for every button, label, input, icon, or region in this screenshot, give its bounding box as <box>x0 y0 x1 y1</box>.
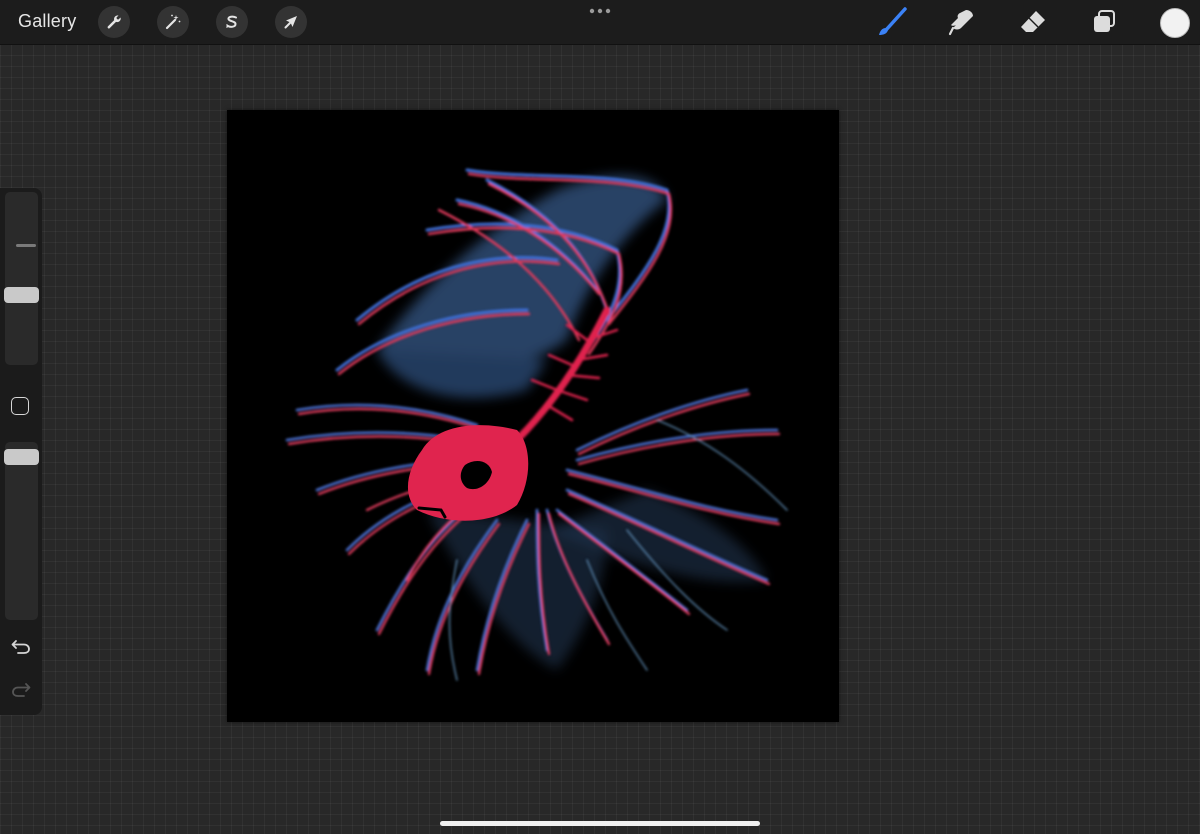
drawing-canvas[interactable] <box>227 110 839 722</box>
home-indicator <box>440 821 760 826</box>
wrench-icon <box>107 15 121 29</box>
undo-button[interactable] <box>10 638 32 656</box>
smudge-finger-icon <box>948 10 973 36</box>
transform-button[interactable] <box>275 6 307 38</box>
brush-tool-button[interactable] <box>876 6 908 38</box>
redo-icon <box>12 683 31 697</box>
magic-wand-icon <box>165 14 181 30</box>
eraser-tool-button[interactable] <box>1017 6 1049 38</box>
left-sidebar <box>0 188 42 715</box>
brush-size-slider[interactable] <box>5 192 38 365</box>
betta-fish-artwork <box>285 168 788 681</box>
brush-size-thumb[interactable] <box>4 287 39 303</box>
brush-opacity-thumb[interactable] <box>4 449 39 465</box>
eraser-icon <box>1021 11 1045 32</box>
selection-button[interactable] <box>216 6 248 38</box>
color-picker-button[interactable] <box>1160 8 1190 38</box>
size-tick-icon <box>16 244 36 247</box>
smudge-tool-button[interactable] <box>946 6 978 38</box>
adjustments-button[interactable] <box>157 6 189 38</box>
selection-s-icon <box>226 15 237 28</box>
more-options-button[interactable] <box>588 4 612 18</box>
brush-opacity-slider[interactable] <box>5 442 38 620</box>
undo-icon <box>11 640 30 654</box>
actions-button[interactable] <box>98 6 130 38</box>
more-dots-icon <box>589 8 611 14</box>
layers-icon <box>1094 10 1115 32</box>
arrow-cursor-icon <box>284 16 297 29</box>
brush-icon <box>879 7 907 35</box>
gallery-button[interactable]: Gallery <box>18 11 76 32</box>
layers-tool-button[interactable] <box>1088 6 1120 38</box>
redo-button[interactable] <box>10 681 32 699</box>
square-modify-icon[interactable] <box>11 397 29 415</box>
top-toolbar: Gallery <box>0 0 1200 45</box>
